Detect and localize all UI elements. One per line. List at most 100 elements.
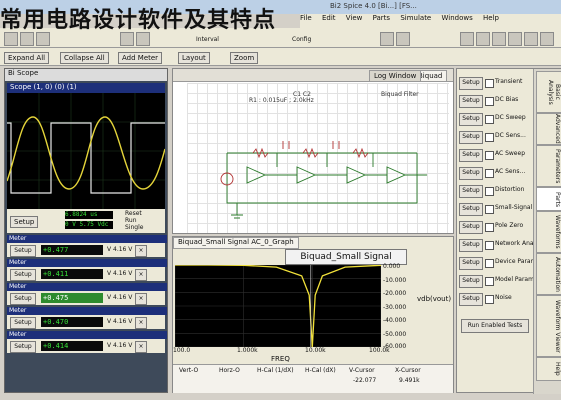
cursor-header: H-Cal (1/dX) [257, 367, 294, 374]
analysis-enable-checkbox[interactable] [485, 277, 494, 286]
tab-advanced[interactable]: Advanced [536, 113, 561, 145]
x-tick-label: 1.000k [237, 347, 258, 354]
scope-single-button[interactable]: Single [125, 224, 143, 231]
analysis-setup-button[interactable]: Setup [459, 221, 483, 234]
tab-graph[interactable]: Biquad_Small Signal AC_0_Graph [173, 237, 299, 249]
menu-edit[interactable]: Edit [322, 14, 336, 22]
expand-all-button[interactable]: Expand All [4, 52, 50, 64]
scope-tab[interactable]: Bi Scope [5, 69, 167, 81]
cursor-header: H-Cal (dX) [305, 367, 336, 374]
analysis-setup-button[interactable]: Setup [459, 113, 483, 126]
scope-setup-button[interactable]: Setup [10, 216, 39, 228]
cursor-readout-table: Vert-O Horz-O H-Cal (1/dX) H-Cal (dX) V-… [173, 364, 453, 393]
analysis-enable-checkbox[interactable] [485, 97, 494, 106]
analysis-setup-button[interactable]: Setup [459, 293, 483, 306]
x-cursor-value: 9.491k [399, 377, 420, 384]
close-icon[interactable]: × [135, 341, 147, 353]
analysis-setup-button[interactable]: Setup [459, 203, 483, 216]
new-icon[interactable] [4, 32, 18, 46]
meter-5-setup-button[interactable]: Setup [10, 341, 36, 353]
collapse-all-button[interactable]: Collapse All [60, 52, 109, 64]
add-meter-button[interactable]: Add Meter [118, 52, 163, 64]
meter-1-unit: V 4.16 V [107, 246, 133, 253]
analysis-enable-checkbox[interactable] [485, 187, 494, 196]
tab-parts[interactable]: Parts [536, 187, 561, 211]
zoom-in-icon[interactable] [380, 32, 394, 46]
analysis-row: Setup Network Analysis [459, 239, 547, 252]
scope-reset-button[interactable]: Reset [125, 210, 142, 217]
zoom-out-icon[interactable] [396, 32, 410, 46]
analysis-enable-checkbox[interactable] [485, 133, 494, 142]
analysis-label: Noise [495, 294, 512, 301]
tab-waveforms[interactable]: Waveforms [536, 211, 561, 253]
y-tick-label: -30.000 [383, 304, 407, 311]
y-tick-label: 0.000 [383, 263, 401, 270]
graph-window: Biquad_Small Signal AC_0_Graph Biquad_Sm… [172, 236, 454, 393]
open-icon[interactable] [20, 32, 34, 46]
analysis-setup-button[interactable]: Setup [459, 77, 483, 90]
opamp-icon[interactable] [540, 32, 554, 46]
oscilloscope-svg [6, 93, 166, 209]
analysis-setup-button[interactable]: Setup [459, 149, 483, 162]
layout-button[interactable]: Layout [178, 52, 210, 64]
analysis-setup-button[interactable]: Setup [459, 257, 483, 270]
close-icon[interactable]: × [135, 293, 147, 305]
analysis-enable-checkbox[interactable] [485, 79, 494, 88]
run-icon[interactable] [120, 32, 134, 46]
instruments-panel: Bi Scope Scope (1, 0) (0) (1) Setup 6.88… [4, 68, 168, 393]
wire-icon[interactable] [476, 32, 490, 46]
probe-icon[interactable] [460, 32, 474, 46]
cursor-header: Vert-O [179, 367, 199, 374]
close-icon[interactable]: × [135, 317, 147, 329]
analysis-enable-checkbox[interactable] [485, 169, 494, 178]
close-icon[interactable]: × [135, 245, 147, 257]
save-icon[interactable] [36, 32, 50, 46]
analysis-setup-button[interactable]: Setup [459, 167, 483, 180]
menu-parts[interactable]: Parts [373, 14, 390, 22]
analysis-row: Setup Distortion [459, 185, 533, 198]
analysis-enable-checkbox[interactable] [485, 295, 494, 304]
analysis-label: DC Sens... [495, 132, 526, 139]
analysis-enable-checkbox[interactable] [485, 223, 494, 232]
meter-4-setup-button[interactable]: Setup [10, 317, 36, 329]
analysis-setup-button[interactable]: Setup [459, 275, 483, 288]
menu-simulate[interactable]: Simulate [400, 14, 431, 22]
menu-windows[interactable]: Windows [441, 14, 472, 22]
cursor-header: V-Cursor [349, 367, 375, 374]
analysis-enable-checkbox[interactable] [485, 151, 494, 160]
menu-file[interactable]: File [300, 14, 312, 22]
tab-automation[interactable]: Automation [536, 253, 561, 295]
capacitor-icon[interactable] [524, 32, 538, 46]
analysis-label: Distortion [495, 186, 525, 193]
meter-3-setup-button[interactable]: Setup [10, 293, 36, 305]
tab-log-window[interactable]: Log Window [369, 70, 422, 82]
resistor-icon[interactable] [508, 32, 522, 46]
ground-icon[interactable] [492, 32, 506, 46]
vertical-tabs: Basic Analysis Advanced Parameters Parts… [533, 69, 561, 394]
tab-help[interactable]: Help [536, 357, 561, 381]
analysis-setup-button[interactable]: Setup [459, 95, 483, 108]
analysis-enable-checkbox[interactable] [485, 259, 494, 268]
analysis-setup-button[interactable]: Setup [459, 185, 483, 198]
close-icon[interactable]: × [135, 269, 147, 281]
tab-parameters[interactable]: Parameters [536, 145, 561, 187]
scope-run-button[interactable]: Run [125, 217, 137, 224]
meter-1-setup-button[interactable]: Setup [10, 245, 36, 257]
run-enabled-tests-button[interactable]: Run Enabled Tests [461, 319, 529, 333]
tab-waveform-viewer[interactable]: Waveform Viewer [536, 295, 561, 357]
menu-help[interactable]: Help [483, 14, 499, 22]
analysis-setup-button[interactable]: Setup [459, 239, 483, 252]
menu-view[interactable]: View [346, 14, 363, 22]
analyses-panel: Setup Transient Setup DC Bias Setup DC Sweep S… [456, 68, 561, 394]
analysis-enable-checkbox[interactable] [485, 115, 494, 124]
stop-icon[interactable] [136, 32, 150, 46]
analysis-enable-checkbox[interactable] [485, 205, 494, 214]
analysis-setup-button[interactable]: Setup [459, 131, 483, 144]
analysis-enable-checkbox[interactable] [485, 241, 494, 250]
zoom-button[interactable]: Zoom [230, 52, 259, 64]
tab-basic-analysis[interactable]: Basic Analysis [536, 71, 561, 113]
meter-1-value: +0.477 [41, 245, 103, 255]
y-tick-label: -50.000 [383, 331, 407, 338]
x-tick-label: 100.0 [173, 347, 191, 354]
meter-2-setup-button[interactable]: Setup [10, 269, 36, 281]
